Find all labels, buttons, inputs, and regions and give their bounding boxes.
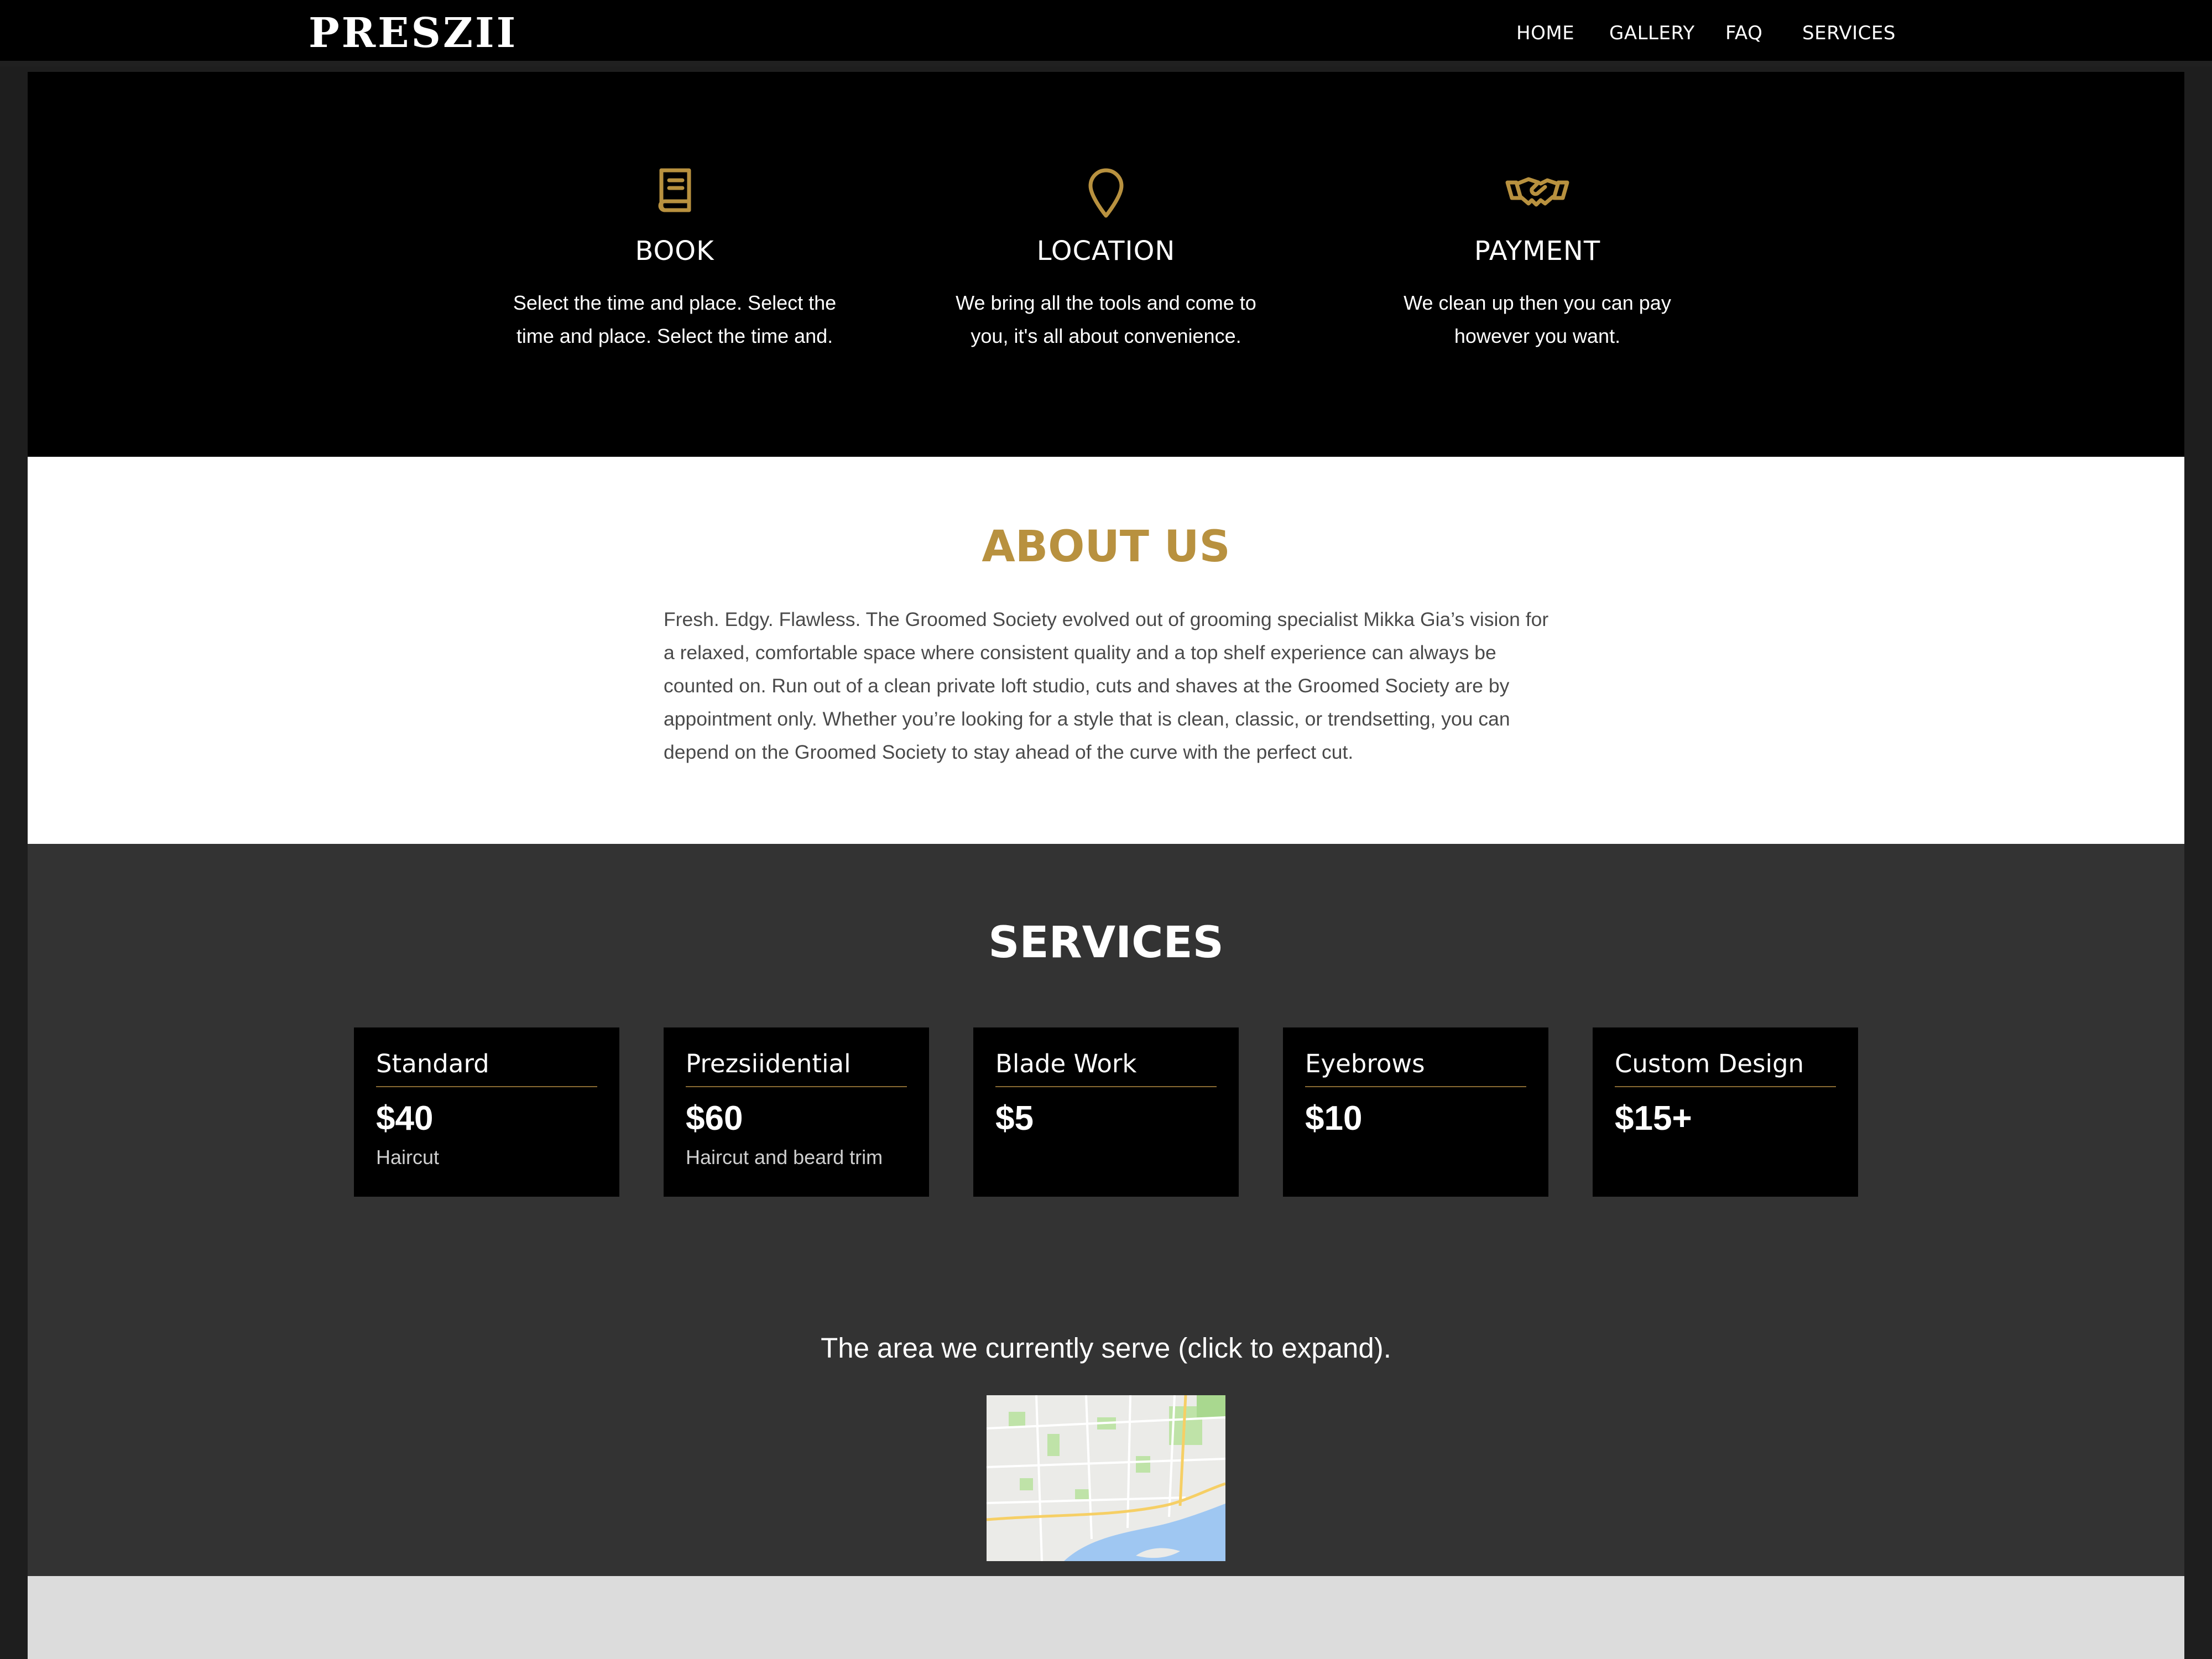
service-area-caption: The area we currently serve (click to ex… [821,1332,1391,1364]
nav-gallery-link[interactable]: GALLERY [1609,17,1695,50]
location-pin-icon [1088,168,1124,218]
service-card-custom-design: Custom Design $15+ [1593,1027,1858,1197]
service-card-blade-work: Blade Work $5 [973,1027,1239,1197]
service-name: Custom Design [1615,1048,1836,1087]
feature-book: BOOK Select the time and place. Select t… [487,166,863,353]
footer-strip [28,1576,2184,1659]
service-card-standard: Standard $40 Haircut [354,1027,619,1197]
feature-location: LOCATION We bring all the tools and come… [918,166,1294,353]
feature-text: We clean up then you can pay however you… [1404,291,1671,347]
nav-home-link[interactable]: HOME [1516,17,1574,50]
service-name: Blade Work [995,1048,1217,1087]
about-section: ABOUT US Fresh. Edgy. Flawless. The Groo… [28,457,2184,844]
nav-services-link[interactable]: SERVICES [1802,17,1896,50]
feature-text: Select the time and place. Select the ti… [513,291,837,347]
service-name: Prezsiidential [686,1048,907,1087]
about-text: Fresh. Edgy. Flawless. The Groomed Socie… [664,608,1549,763]
feature-title: BOOK [635,236,714,267]
service-price: $10 [1305,1099,1363,1138]
feature-title: LOCATION [1036,236,1176,267]
service-name: Standard [376,1048,597,1087]
services-title: SERVICES [988,918,1224,968]
handshake-icon [1505,177,1569,207]
feature-text: We bring all the tools and come to you, … [956,291,1256,347]
features-section: BOOK Select the time and place. Select t… [28,72,2184,457]
service-price: $5 [995,1099,1034,1138]
main-nav: HOME GALLERY FAQ SERVICES [1504,17,1902,50]
services-section: SERVICES Standard $40 Haircut Prezsiiden… [28,844,2184,1576]
page-content: BOOK Select the time and place. Select t… [28,72,2184,1659]
service-area-map-thumbnail[interactable] [987,1395,1225,1561]
service-card-prezsiidential: Prezsiidential $60 Haircut and beard tri… [664,1027,929,1197]
service-price: $40 [376,1099,434,1138]
site-logo[interactable]: PRESZII [309,10,518,56]
service-price: $15+ [1615,1099,1692,1138]
book-icon [658,168,691,212]
top-navbar: PRESZII HOME GALLERY FAQ SERVICES [0,0,2212,66]
feature-payment: PAYMENT We clean up then you can pay how… [1349,166,1725,353]
service-description: Haircut [376,1146,440,1168]
service-description: Haircut and beard trim [686,1146,883,1168]
nav-faq-link[interactable]: FAQ [1725,17,1762,50]
service-name: Eyebrows [1305,1048,1526,1087]
feature-title: PAYMENT [1474,236,1601,267]
map-image [987,1395,1225,1561]
service-price: $60 [686,1099,743,1138]
service-card-eyebrows: Eyebrows $10 [1283,1027,1548,1197]
about-title: ABOUT US [982,522,1230,572]
